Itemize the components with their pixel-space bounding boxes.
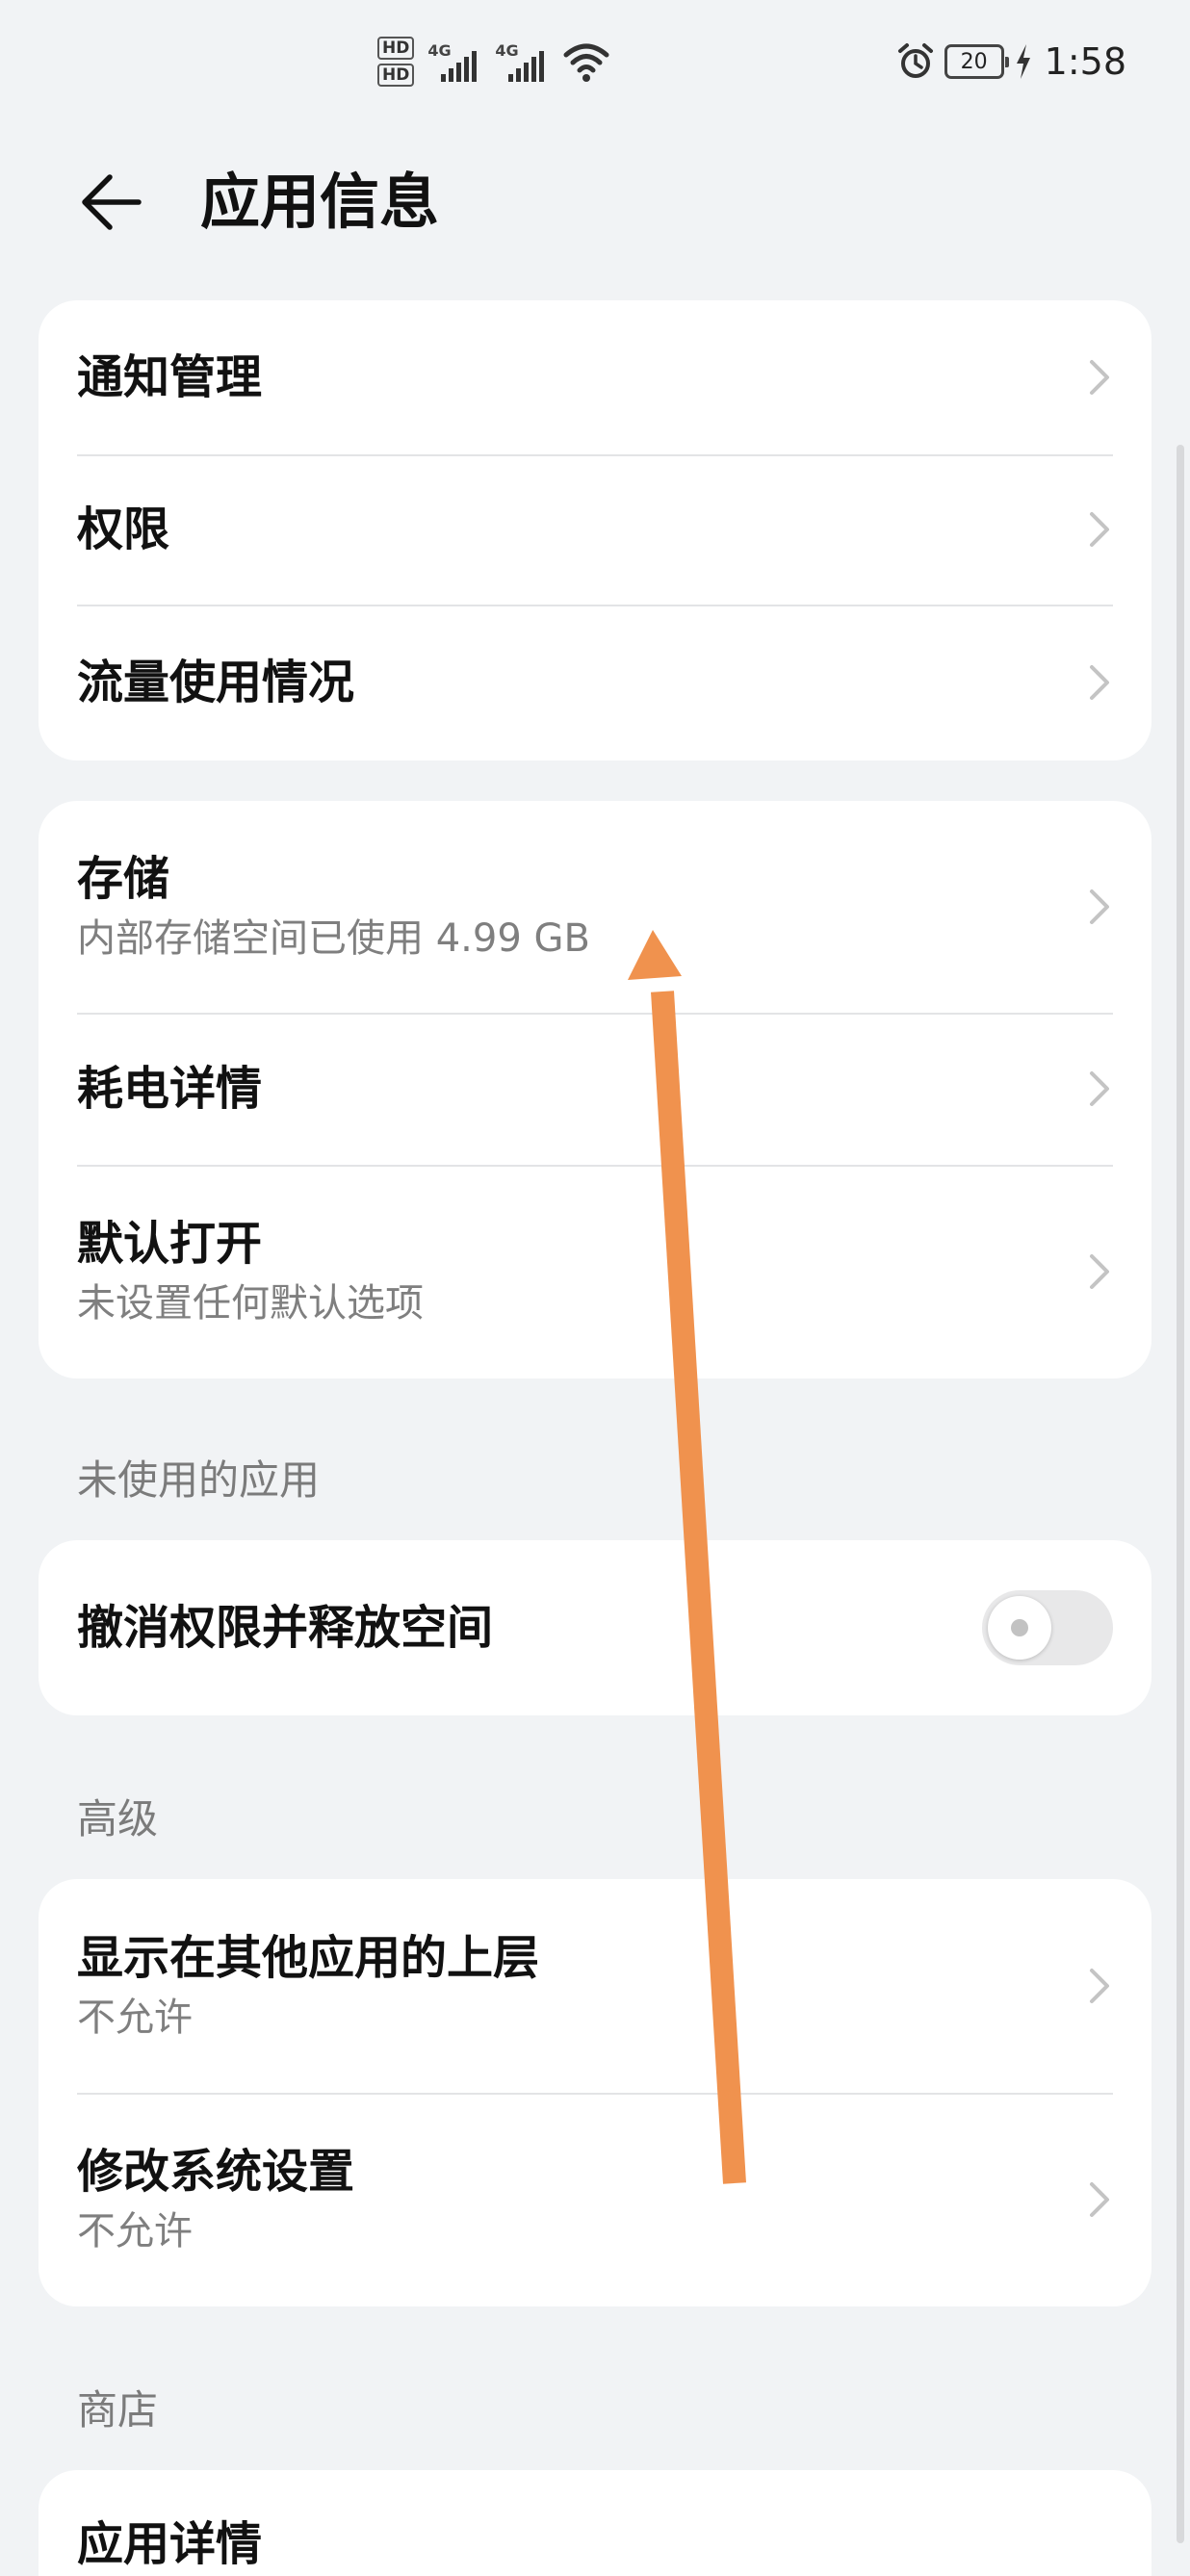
alarm-icon: [897, 43, 933, 78]
scrollbar[interactable]: [1177, 445, 1184, 2543]
app-info-screen: HD HD 4G 4G 20 1:58 应用信息 通知管理 权限 流量使用情况 …: [0, 0, 1190, 2576]
chevron-right-icon: [1090, 360, 1109, 395]
settings-group-advanced: 显示在其他应用的上层 不允许 修改系统设置 不允许: [39, 1879, 1151, 2306]
back-arrow-icon: [82, 174, 142, 230]
hd-sim1-badge: HD: [377, 37, 415, 60]
item-title: 修改系统设置: [77, 2145, 355, 2199]
notification-management-item[interactable]: 通知管理: [39, 300, 1151, 454]
settings-group-storage: 存储 内部存储空间已使用 4.99 GB 耗电详情 默认打开 未设置任何默认选项: [39, 801, 1151, 1378]
status-bar: HD HD 4G 4G 20 1:58: [0, 0, 1190, 135]
item-title: 存储: [77, 852, 170, 906]
signal-bars-icon: 4G: [495, 39, 549, 84]
item-title: 撤消权限并释放空间: [77, 1601, 494, 1655]
settings-group-app: 通知管理 权限 流量使用情况: [39, 300, 1151, 760]
chevron-right-icon: [1090, 665, 1109, 700]
storage-usage-text: 内部存储空间已使用 4.99 GB: [77, 916, 590, 961]
toggle-knob: [988, 1596, 1051, 1660]
chevron-right-icon: [1090, 512, 1109, 547]
item-title: 耗电详情: [77, 1062, 263, 1116]
chevron-right-icon: [1090, 1969, 1109, 2003]
open-by-default-item[interactable]: 默认打开 未设置任何默认选项: [39, 1165, 1151, 1378]
chevron-right-icon: [1090, 889, 1109, 924]
app-details-item[interactable]: 应用详情: [39, 2470, 1151, 2576]
revoke-permissions-item[interactable]: 撤消权限并释放空间: [39, 1540, 1151, 1715]
battery-usage-item[interactable]: 耗电详情: [39, 1013, 1151, 1165]
chevron-right-icon: [1090, 2182, 1109, 2217]
item-title: 默认打开: [77, 1217, 263, 1271]
item-title: 显示在其他应用的上层: [77, 1931, 540, 1985]
clock-time: 1:58: [1044, 40, 1126, 83]
section-label-store: 商店: [77, 2386, 159, 2434]
section-label-unused-apps: 未使用的应用: [77, 1456, 321, 1504]
data-usage-item[interactable]: 流量使用情况: [39, 605, 1151, 760]
charging-bolt-icon: [1016, 44, 1030, 79]
modify-system-settings-item[interactable]: 修改系统设置 不允许: [39, 2093, 1151, 2306]
item-title: 流量使用情况: [77, 656, 355, 709]
hd-sim2-badge: HD: [377, 64, 415, 87]
permissions-item[interactable]: 权限: [39, 454, 1151, 605]
display-over-other-apps-item[interactable]: 显示在其他应用的上层 不允许: [39, 1879, 1151, 2093]
section-label-advanced: 高级: [77, 1795, 159, 1842]
settings-group-store: 应用详情: [39, 2470, 1151, 2576]
default-open-status: 未设置任何默认选项: [77, 1281, 424, 1326]
status-bar-network: HD HD 4G 4G: [377, 37, 610, 87]
item-title: 通知管理: [77, 350, 263, 404]
signal-bars-icon: 4G: [427, 39, 481, 84]
chevron-right-icon: [1090, 1071, 1109, 1106]
battery-level: 20: [960, 49, 988, 74]
page-title: 应用信息: [200, 167, 440, 237]
item-title: 权限: [77, 502, 170, 556]
wifi-icon: [563, 43, 609, 82]
top-app-bar: 应用信息: [0, 144, 1190, 260]
item-title: 应用详情: [77, 2517, 263, 2571]
battery-indicator: 20: [944, 44, 1009, 79]
chevron-right-icon: [1090, 1254, 1109, 1289]
hd-indicators: HD HD: [377, 37, 415, 87]
revoke-permissions-toggle[interactable]: [982, 1590, 1113, 1665]
storage-item[interactable]: 存储 内部存储空间已使用 4.99 GB: [39, 801, 1151, 1013]
settings-group-unused: 撤消权限并释放空间: [39, 1540, 1151, 1715]
status-bar-right: 20 1:58: [896, 40, 1126, 83]
overlay-permission-status: 不允许: [77, 1996, 193, 2040]
back-button[interactable]: [67, 164, 154, 241]
system-settings-status: 不允许: [77, 2209, 193, 2254]
